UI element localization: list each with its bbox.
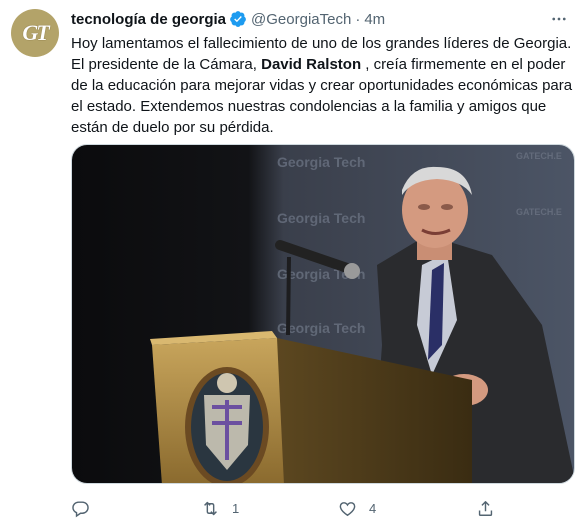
share-button[interactable] [476,495,495,521]
display-name[interactable]: tecnología de georgia [71,11,226,28]
reply-icon [72,500,89,517]
tweet-actions: 1 4 [71,495,511,521]
reply-button[interactable] [71,495,102,521]
tweet-media-photo[interactable]: Georgia Tech Georgia Tech Georgia Tech G… [71,144,575,484]
backdrop-logo-2: Georgia Tech [277,210,365,226]
like-button[interactable]: 4 [338,495,376,521]
retweet-button[interactable]: 1 [201,495,239,521]
retweet-count: 1 [232,500,240,516]
backdrop-logo-4: Georgia Tech [277,320,365,336]
backdrop-url-1: GATECH.E [516,151,562,161]
more-options-icon[interactable] [548,9,570,29]
verified-badge-icon [230,11,246,27]
photo-illustration: Georgia Tech Georgia Tech Georgia Tech G… [72,145,574,483]
tweet-text-bold-name: David Ralston [261,56,362,73]
avatar[interactable]: GT [11,9,59,57]
backdrop-url-2: GATECH.E [516,207,562,217]
timestamp[interactable]: 4m [364,11,385,28]
retweet-icon [204,501,217,515]
share-icon [478,500,493,516]
heart-icon [339,501,356,516]
backdrop-logo-1: Georgia Tech [277,154,365,170]
separator-dot: · [355,10,361,28]
tweet-text: Hoy lamentamos el fallecimiento de uno d… [71,33,574,138]
avatar-logo-text: GT [22,20,49,45]
tweet-header: tecnología de georgia @GeorgiaTech · 4m [71,9,385,29]
like-count: 4 [369,500,377,516]
handle[interactable]: @GeorgiaTech [251,11,351,28]
